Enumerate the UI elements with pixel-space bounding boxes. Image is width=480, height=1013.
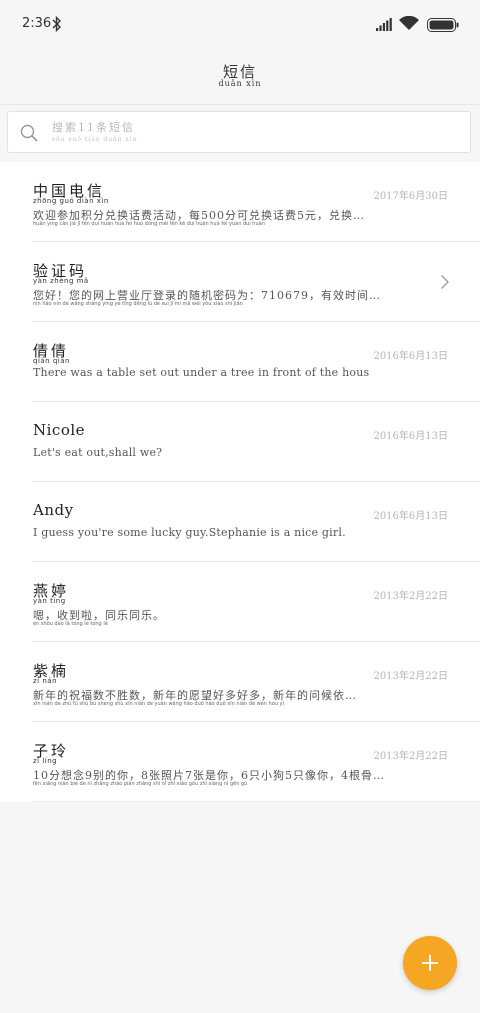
list-item[interactable]: Andy 2016年6月13日 I guess you're some luck… [0, 482, 480, 562]
message-date: 2016年6月13日 [373, 511, 448, 522]
status-bar: 2:36 [0, 0, 480, 50]
message-preview-pinyin: huān yíng cān jiā jī fēn duì huàn huà fè… [33, 221, 265, 227]
search-placeholder-pinyin: sōu suǒ tiáo duǎn xìn [52, 136, 138, 143]
message-preview: There was a table set out under a tree i… [33, 366, 370, 379]
list-item[interactable]: Nicole 2016年6月13日 Let's eat out,shall we… [0, 402, 480, 482]
message-list: 中国电信 zhōng guó diàn xìn 2017年6月30日 欢迎参加积… [0, 162, 480, 802]
message-date: 2016年6月13日 [373, 351, 448, 362]
status-time: 2:36 [22, 16, 52, 31]
list-item[interactable]: 燕婷 yàn tíng 2013年2月22日 嗯，收到啦，同乐同乐。 èn sh… [0, 562, 480, 642]
contact-name-pinyin: yàn zhèng mǎ [33, 277, 89, 285]
list-item[interactable]: 倩倩 qiàn qiàn 2016年6月13日 There was a tabl… [0, 322, 480, 402]
search-input[interactable]: 搜索11条短信 sōu suǒ tiáo duǎn xìn [7, 111, 471, 153]
list-item[interactable]: 子玲 zǐ líng 2013年2月22日 10分想念9别的你，8张照片7张是你… [0, 722, 480, 802]
message-date: 2017年6月30日 [373, 191, 448, 202]
message-preview: Let's eat out,shall we? [33, 446, 163, 459]
message-preview-pinyin: nín hǎo nín de wǎng shàng yíng yè tīng d… [33, 301, 243, 307]
search-placeholder: 搜索11条短信 [52, 121, 135, 134]
contact-name-pinyin: zǐ nán [33, 677, 58, 685]
chevron-right-icon[interactable] [440, 274, 450, 290]
message-preview: I guess you're some lucky guy.Stephanie … [33, 526, 346, 539]
message-preview-pinyin: èn shōu dào lā tóng lè tóng lè [33, 621, 108, 627]
battery-icon [427, 18, 459, 32]
list-item[interactable]: 紫楠 zǐ nán 2013年2月22日 新年的祝福数不胜数，新年的愿望好多好多… [0, 642, 480, 722]
contact-name: Andy [33, 501, 74, 519]
contact-name-pinyin: qiàn qiàn [33, 357, 70, 365]
page-title-pinyin: duǎn xìn [218, 79, 262, 88]
list-item[interactable]: 中国电信 zhōng guó diàn xìn 2017年6月30日 欢迎参加积… [0, 162, 480, 242]
plus-icon [422, 955, 438, 971]
search-icon [20, 124, 38, 142]
message-preview-pinyin: xīn nián de zhù fú shù bù shèng shù xīn … [33, 701, 284, 707]
contact-name-pinyin: zǐ líng [33, 757, 58, 765]
page-title: 短信 [222, 63, 257, 81]
divider [32, 801, 480, 802]
new-message-button[interactable] [403, 936, 457, 990]
message-preview-pinyin: fēn xiǎng niàn bié de nǐ zhāng zhào piàn… [33, 781, 248, 787]
app-header: 短信 duǎn xìn [0, 50, 480, 105]
bluetooth-icon [52, 16, 61, 32]
message-date: 2013年2月22日 [373, 751, 448, 762]
contact-name-pinyin: yàn tíng [33, 597, 66, 605]
contact-name: Nicole [33, 421, 86, 439]
contact-name-pinyin: zhōng guó diàn xìn [33, 197, 109, 205]
list-item[interactable]: 验证码 yàn zhèng mǎ 您好！您的网上营业厅登录的随机密码为：7106… [0, 242, 480, 322]
message-date: 2013年2月22日 [373, 591, 448, 602]
signal-icon [376, 18, 392, 31]
message-date: 2013年2月22日 [373, 671, 448, 682]
wifi-icon [399, 16, 419, 30]
message-date: 2016年6月13日 [373, 431, 448, 442]
